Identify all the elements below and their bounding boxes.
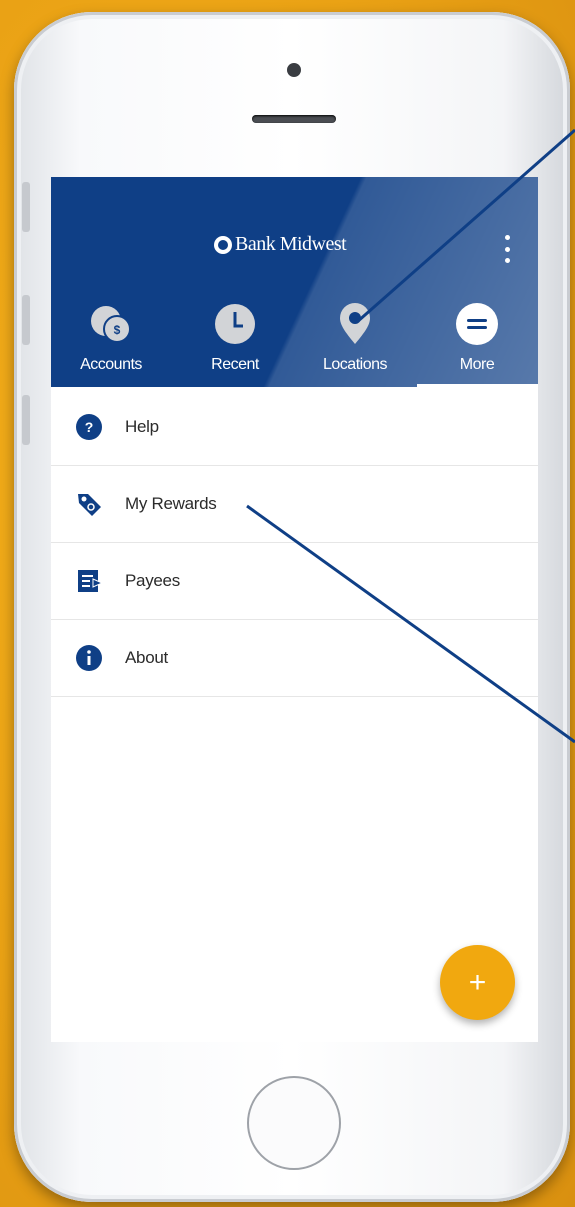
menu-item-label: My Rewards (125, 494, 217, 513)
help-icon: ? (75, 413, 103, 441)
tab-locations[interactable]: Locations (305, 302, 405, 382)
menu-item-label: Payees (125, 571, 180, 590)
tab-more-label: More (459, 356, 495, 373)
home-button[interactable] (247, 1076, 341, 1170)
tab-recent[interactable]: Recent (185, 302, 285, 382)
bank-logo-text: Bank Midwest (235, 233, 347, 255)
tab-locations-label: Locations (323, 356, 388, 373)
selected-tab-indicator (417, 384, 538, 387)
menu-item-help[interactable]: ? Help (51, 389, 538, 466)
bank-logo-icon (214, 235, 232, 254)
add-fab-button[interactable]: + (440, 945, 515, 1020)
menu-item-about[interactable]: About (51, 620, 538, 697)
more-menu-list: ? Help My Rewards Payees About (51, 389, 538, 697)
clock-icon (213, 302, 257, 346)
tab-recent-label: Recent (211, 356, 259, 373)
menu-item-label: Help (125, 417, 159, 436)
app-screen: Bank Midwest $ Accounts Recent Locations… (51, 177, 538, 1042)
phone-volume-up-button (22, 295, 30, 345)
phone-camera (287, 63, 301, 77)
more-menu-icon (455, 302, 499, 346)
accounts-icon: $ (89, 302, 133, 346)
menu-item-payees[interactable]: Payees (51, 543, 538, 620)
location-pin-icon (333, 302, 377, 346)
phone-side-button (22, 182, 30, 232)
menu-item-label: About (125, 648, 168, 667)
app-header: Bank Midwest $ Accounts Recent Locations… (51, 177, 538, 387)
phone-speaker (252, 115, 336, 123)
bank-logo: Bank Midwest (214, 233, 347, 256)
tab-accounts-label: Accounts (80, 356, 142, 373)
overflow-menu-icon[interactable] (498, 235, 516, 263)
payees-icon (75, 567, 103, 595)
accounts-badge: $ (114, 323, 121, 337)
svg-text:?: ? (85, 419, 94, 435)
phone-volume-down-button (22, 395, 30, 445)
menu-item-my-rewards[interactable]: My Rewards (51, 466, 538, 543)
tab-more[interactable]: More (427, 302, 527, 382)
rewards-tag-icon (75, 490, 103, 518)
tab-accounts[interactable]: $ Accounts (61, 302, 161, 382)
info-icon (75, 644, 103, 672)
